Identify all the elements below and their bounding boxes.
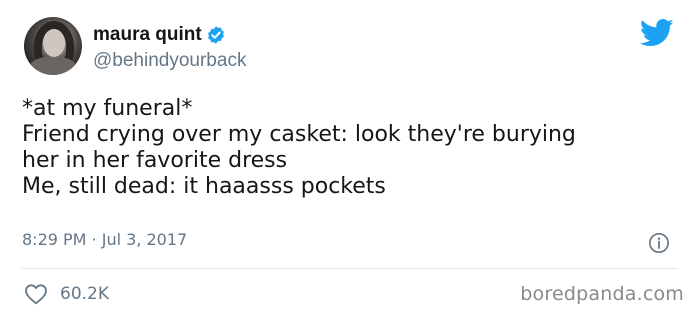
tweet-line: Me, still dead: it haaasss pockets [22,174,386,199]
avatar-face [43,29,65,57]
avatar-scarf [30,57,76,75]
like-count: 60.2K [60,284,109,304]
author-name[interactable]: maura quint [93,24,202,46]
author-handle[interactable]: @behindyourback [93,50,246,72]
tweet-line: her in her favorite dress [22,148,288,173]
tweet-line: *at my funeral* [22,96,193,121]
watermark: boredpanda.com [520,283,684,305]
heart-icon [25,284,47,305]
author-name-row: maura quint [93,24,226,46]
tweet-text: *at my funeral* Friend crying over my ca… [22,96,682,200]
tweet-timestamp[interactable]: 8:29 PM · Jul 3, 2017 [22,230,187,249]
info-icon[interactable] [648,232,670,254]
tweet-line: Friend crying over my casket: look they'… [22,122,576,147]
like-button[interactable]: 60.2K [24,283,109,305]
verified-badge-icon [207,26,224,44]
avatar[interactable] [24,17,82,75]
divider [22,268,678,269]
twitter-bird-icon[interactable] [640,18,674,48]
